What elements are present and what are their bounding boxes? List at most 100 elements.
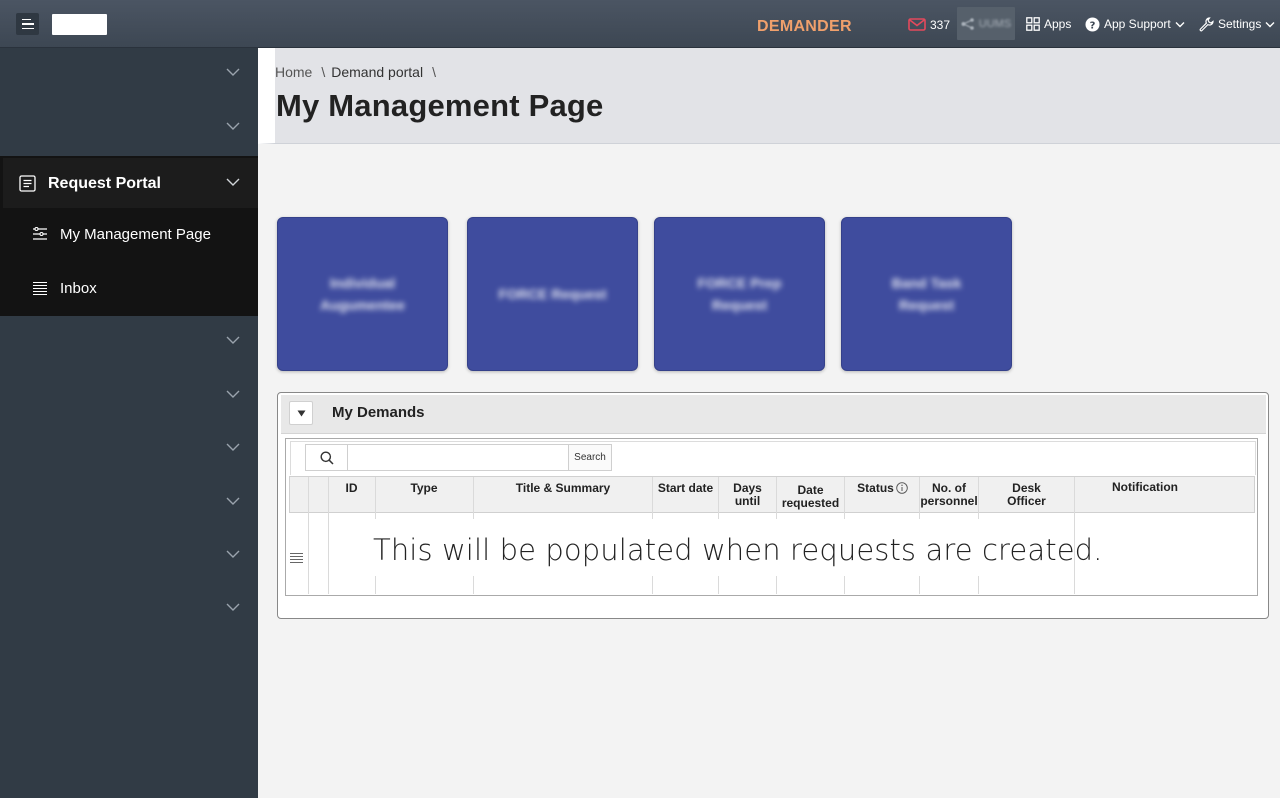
- tile-force-request[interactable]: FORCE Request: [467, 217, 638, 371]
- breadcrumb-home-link[interactable]: Home: [275, 64, 312, 80]
- search-input[interactable]: [347, 444, 569, 471]
- tile-label: Band Task Request: [891, 275, 962, 313]
- column-header-no-of-personnel[interactable]: No. of personnel: [920, 482, 978, 508]
- sidebar-item-collapsed[interactable]: [0, 48, 258, 102]
- apps-grid-icon: [1026, 17, 1040, 31]
- region-header: [281, 395, 1266, 434]
- sidebar-item-collapsed[interactable]: [0, 102, 258, 156]
- chevron-down-icon: [226, 336, 240, 344]
- chevron-down-icon: [226, 550, 240, 558]
- sidebar-item-collapsed[interactable]: [0, 423, 258, 477]
- column-header-line: Date: [797, 483, 824, 497]
- column-header-status[interactable]: Status: [846, 482, 919, 495]
- tile-individual-augumentee[interactable]: Individual Augumentee: [277, 217, 448, 371]
- collapse-toggle-button[interactable]: [289, 401, 313, 425]
- sidebar-item-inbox[interactable]: Inbox: [0, 262, 258, 316]
- tile-band-task-request[interactable]: Band Task Request: [841, 217, 1012, 371]
- wrench-icon: [1199, 16, 1214, 31]
- column-header-type[interactable]: Type: [376, 482, 472, 495]
- settings-menu[interactable]: Settings: [1199, 0, 1275, 48]
- share-menu[interactable]: UUMS: [957, 7, 1015, 40]
- breadcrumb: Home \ Demand portal \: [275, 64, 442, 80]
- sidebar-item-label: Inbox: [60, 280, 97, 297]
- sidebar-item-label: My Management Page: [60, 226, 211, 243]
- top-navigation-bar: DEMANDER 337 UUMS Apps ? App Support Set…: [0, 0, 1280, 48]
- help-circle-icon: ?: [1085, 17, 1100, 31]
- chevron-down-icon: [1265, 21, 1275, 27]
- column-header-date-requested[interactable]: Date requested: [777, 484, 844, 510]
- tile-force-prep-request[interactable]: FORCE Prep Request: [654, 217, 825, 371]
- column-divider: [919, 576, 920, 594]
- tile-label: FORCE Prep Request: [697, 275, 782, 313]
- column-divider: [473, 576, 474, 594]
- chevron-down-icon: [226, 390, 240, 398]
- column-divider: [844, 576, 845, 594]
- breadcrumb-demand-portal-link[interactable]: Demand portal: [331, 64, 423, 80]
- search-icon-button[interactable]: [305, 444, 348, 471]
- column-divider: [844, 477, 845, 519]
- sidebar-item-collapsed[interactable]: [0, 530, 258, 584]
- empty-state-message: This will be populated when requests are…: [373, 533, 1103, 567]
- tile-label: FORCE Request: [498, 286, 607, 302]
- column-header-line: until: [734, 494, 761, 508]
- svg-text:?: ?: [1090, 20, 1096, 31]
- settings-label: Settings: [1218, 17, 1262, 31]
- column-divider: [978, 576, 979, 594]
- sidebar-item-label: Request Portal: [48, 175, 161, 192]
- sidebar-item-collapsed[interactable]: [0, 477, 258, 531]
- caret-down-icon: [297, 410, 305, 416]
- column-header-days-until[interactable]: Days until: [719, 482, 776, 508]
- chevron-down-icon: [226, 497, 240, 505]
- column-header-line: No. of: [932, 481, 966, 495]
- chevron-down-icon[interactable]: [226, 178, 240, 186]
- column-divider: [652, 576, 653, 594]
- column-header-line: personnel: [920, 494, 978, 508]
- mail-icon: [908, 17, 926, 31]
- chevron-down-icon: [226, 122, 240, 130]
- chevron-down-icon: [226, 443, 240, 451]
- column-header-desk-officer[interactable]: Desk Officer: [979, 482, 1074, 508]
- mail-count: 337: [930, 18, 951, 32]
- apps-menu[interactable]: Apps: [1026, 0, 1071, 48]
- row-menu-icon[interactable]: [289, 552, 304, 565]
- chevron-down-icon: [226, 603, 240, 611]
- app-support-menu[interactable]: ? App Support: [1085, 0, 1185, 48]
- mail-notification[interactable]: 337: [908, 0, 950, 48]
- info-icon[interactable]: [896, 482, 908, 494]
- menu-toggle-icon[interactable]: [16, 13, 39, 35]
- filter-list-icon: [33, 227, 47, 240]
- column-header-notification[interactable]: Notification: [1076, 481, 1214, 494]
- document-list-icon: [19, 175, 36, 192]
- column-header-title-summary[interactable]: Title & Summary: [474, 482, 652, 495]
- column-divider: [718, 576, 719, 594]
- tile-label: Individual Augumentee: [320, 275, 405, 313]
- breadcrumb-separator: \: [432, 64, 436, 80]
- sidebar-item-my-management-page[interactable]: My Management Page: [0, 208, 258, 262]
- page-title: My Management Page: [276, 88, 604, 123]
- column-header-id[interactable]: ID: [330, 482, 373, 495]
- column-header-start-date[interactable]: Start date: [653, 482, 718, 495]
- search-icon: [320, 451, 334, 465]
- sidebar: Request Portal My Management Page Inbox: [0, 48, 258, 798]
- sidebar-item-collapsed[interactable]: [0, 583, 258, 637]
- column-header-line: Days: [733, 481, 762, 495]
- apps-label: Apps: [1044, 17, 1072, 31]
- column-divider: [328, 477, 329, 594]
- sidebar-item-collapsed[interactable]: [0, 316, 258, 370]
- search-button[interactable]: Search: [568, 444, 612, 471]
- list-lines-icon: [33, 281, 47, 296]
- column-divider: [308, 477, 309, 594]
- sidebar-item-collapsed[interactable]: [0, 370, 258, 424]
- column-divider: [375, 576, 376, 594]
- share-label: UUMS: [978, 17, 1012, 30]
- share-icon: [961, 17, 974, 30]
- app-title: DEMANDER: [757, 18, 852, 35]
- column-divider: [776, 576, 777, 594]
- app-logo[interactable]: [52, 14, 107, 35]
- region-title: My Demands: [332, 404, 425, 421]
- chevron-down-icon: [1175, 21, 1185, 27]
- chevron-down-icon: [226, 68, 240, 76]
- column-header-line: Status: [857, 481, 894, 495]
- column-header-line: Desk: [1012, 481, 1041, 495]
- app-support-label: App Support: [1104, 17, 1171, 31]
